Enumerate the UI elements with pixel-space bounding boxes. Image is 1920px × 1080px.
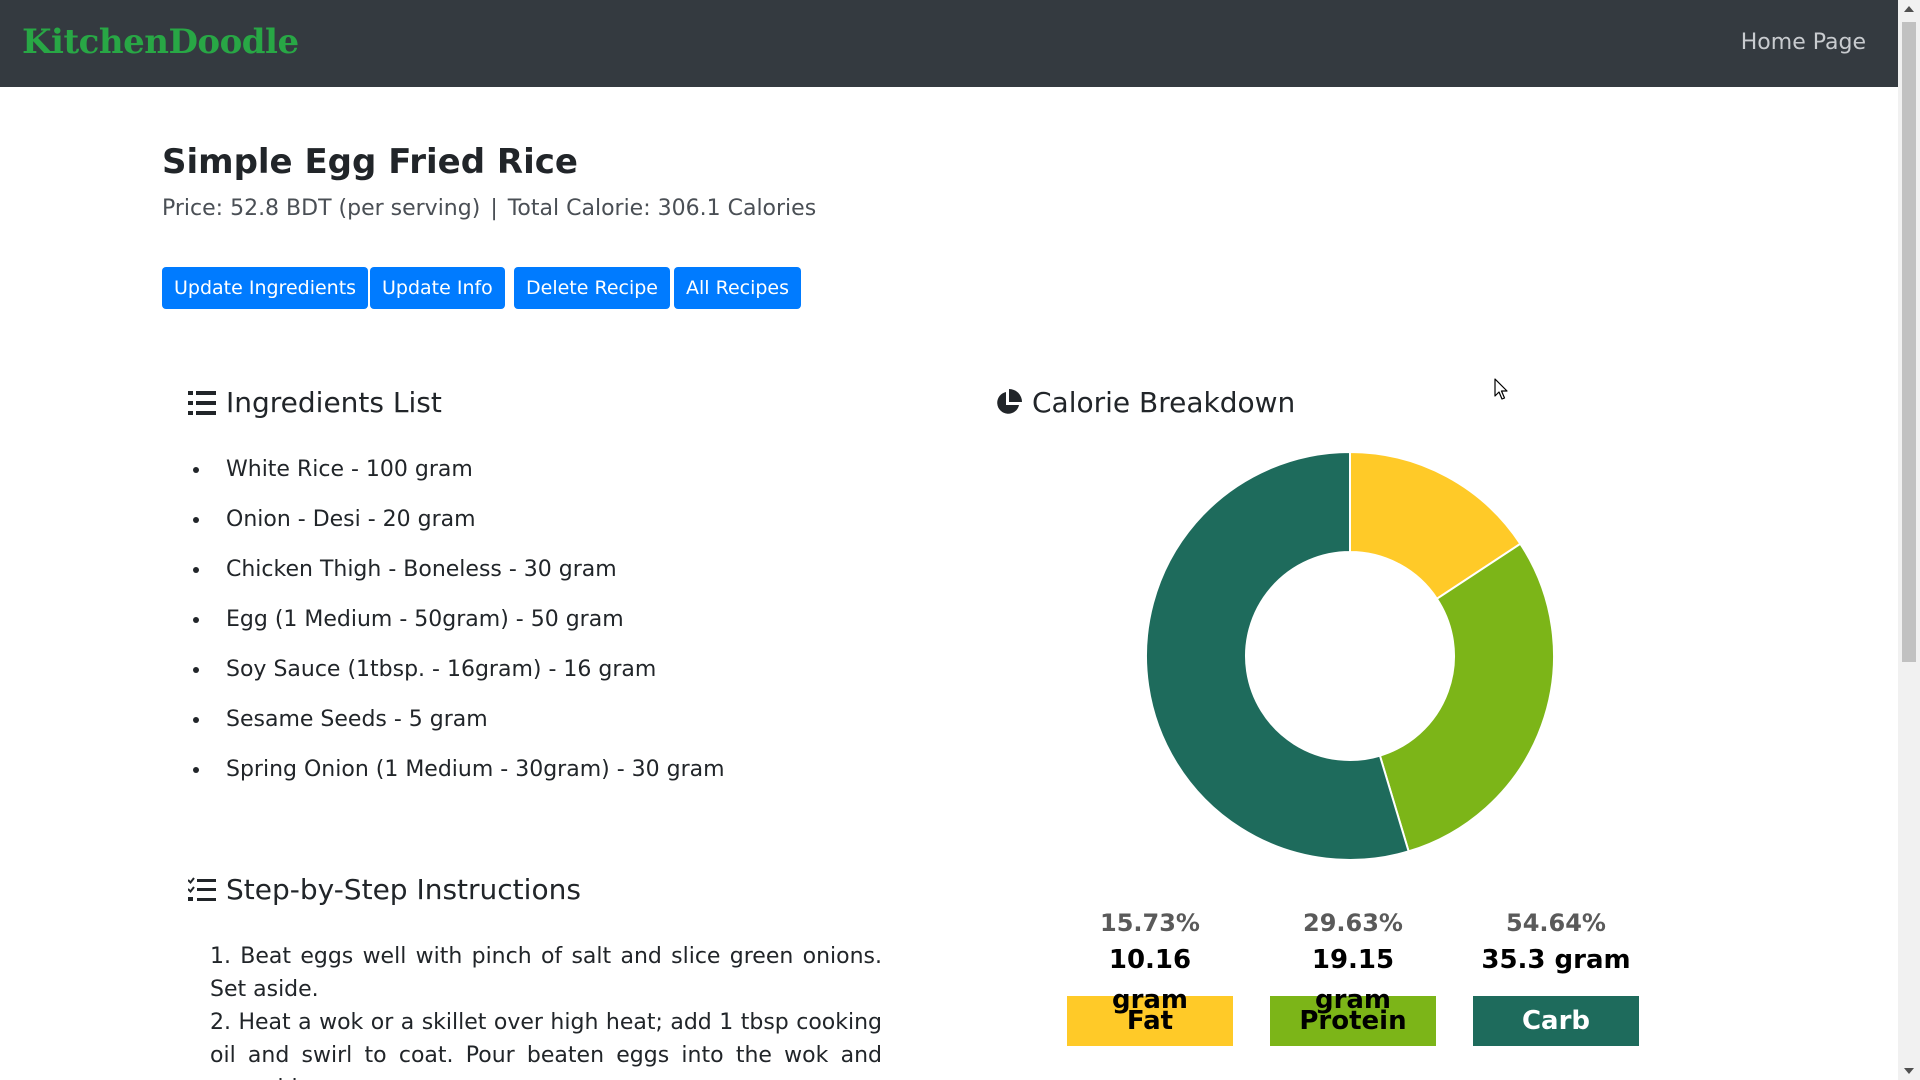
fat-stat: 15.73% 10.16 gram Fat bbox=[1067, 906, 1233, 1046]
carb-stat: 54.64% 35.3 gram Carb bbox=[1473, 906, 1639, 1046]
fat-legend-box: Fat bbox=[1067, 996, 1233, 1046]
brand-logo[interactable]: KitchenDoodle bbox=[22, 22, 299, 62]
list-item: White Rice - 100 gram bbox=[212, 450, 725, 500]
update-ingredients-button[interactable]: Update Ingredients bbox=[162, 267, 369, 309]
recipe-summary: Price: 52.8 BDT (per serving) | Total Calo… bbox=[162, 196, 816, 221]
instructions-text: 1. Beat eggs well with pinch of salt and… bbox=[210, 940, 882, 1080]
scroll-up-arrow-icon[interactable] bbox=[1904, 6, 1914, 12]
scroll-down-arrow-icon[interactable] bbox=[1904, 1068, 1914, 1074]
instruction-step: 2. Heat a wok or a skillet over high hea… bbox=[210, 1010, 882, 1080]
list-item: Spring Onion (1 Medium - 30gram) - 30 gr… bbox=[212, 750, 725, 800]
delete-recipe-button[interactable]: Delete Recipe bbox=[514, 267, 670, 309]
protein-legend-box: Protein bbox=[1270, 996, 1436, 1046]
top-navbar: KitchenDoodle Home Page bbox=[0, 0, 1898, 87]
list-item: Egg (1 Medium - 50gram) - 50 gram bbox=[212, 600, 725, 650]
list-icon bbox=[188, 390, 216, 415]
vertical-scrollbar[interactable] bbox=[1898, 0, 1920, 1080]
pie-chart-icon bbox=[997, 388, 1022, 414]
instruction-step: 1. Beat eggs well with pinch of salt and… bbox=[210, 944, 882, 1002]
fat-grams: 10.16 gram bbox=[1108, 945, 1192, 1015]
recipe-total-calorie: Total Calorie: 306.1 Calories bbox=[507, 196, 817, 221]
recipe-price: Price: 52.8 BDT (per serving) bbox=[162, 196, 481, 221]
list-item: Chicken Thigh - Boneless - 30 gram bbox=[212, 550, 725, 600]
carb-percent: 54.64% bbox=[1506, 909, 1606, 937]
carb-legend-box: Carb bbox=[1473, 996, 1639, 1046]
tasks-icon bbox=[188, 876, 216, 901]
instructions-heading: Step-by-Step Instructions bbox=[188, 873, 581, 906]
fat-percent: 15.73% bbox=[1100, 909, 1200, 937]
calorie-donut-chart bbox=[1145, 450, 1555, 861]
list-item: Soy Sauce (1tbsp. - 16gram) - 16 gram bbox=[212, 650, 725, 700]
protein-grams: 19.15 gram bbox=[1311, 945, 1395, 1015]
ingredients-heading: Ingredients List bbox=[188, 386, 442, 419]
all-recipes-button[interactable]: All Recipes bbox=[674, 267, 802, 309]
home-page-link[interactable]: Home Page bbox=[1741, 30, 1866, 55]
instructions-heading-text: Step-by-Step Instructions bbox=[226, 873, 581, 906]
update-info-button[interactable]: Update Info bbox=[370, 267, 505, 309]
summary-separator: | bbox=[490, 196, 498, 221]
list-item: Onion - Desi - 20 gram bbox=[212, 500, 725, 550]
calorie-breakdown-heading: Calorie Breakdown bbox=[994, 386, 1295, 419]
scrollbar-thumb[interactable] bbox=[1902, 22, 1916, 662]
ingredients-heading-text: Ingredients List bbox=[226, 386, 442, 419]
mouse-cursor-icon bbox=[1494, 378, 1508, 400]
protein-stat: 29.63% 19.15 gram Protein bbox=[1270, 906, 1436, 1046]
carb-grams: 35.3 gram bbox=[1481, 945, 1631, 975]
ingredients-list: White Rice - 100 gram Onion - Desi - 20 … bbox=[212, 450, 725, 800]
calorie-breakdown-heading-text: Calorie Breakdown bbox=[1032, 386, 1296, 419]
list-item: Sesame Seeds - 5 gram bbox=[212, 700, 725, 750]
recipe-title: Simple Egg Fried Rice bbox=[162, 142, 578, 182]
donut-slice-protein[interactable] bbox=[1378, 542, 1555, 853]
protein-percent: 29.63% bbox=[1303, 909, 1403, 937]
